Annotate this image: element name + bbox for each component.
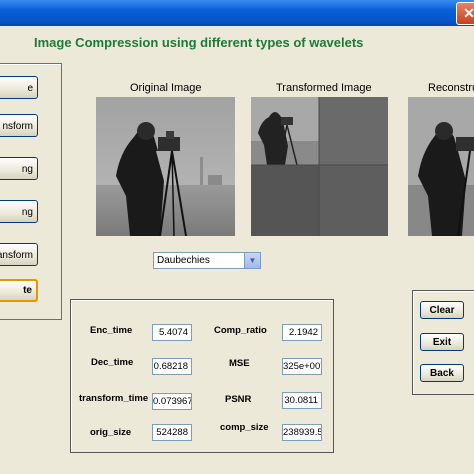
side-button-3[interactable]: ng [0, 157, 38, 180]
comp-size-label: comp_size [220, 422, 269, 433]
mse-label: MSE [229, 358, 250, 369]
window-titlebar: ✕ [0, 0, 474, 26]
exit-button[interactable]: Exit [420, 333, 464, 351]
orig-size-label: orig_size [90, 427, 132, 438]
comp-ratio-value: 2.1942 [282, 324, 322, 341]
page-title: Image Compression using different types … [34, 35, 364, 50]
original-image [96, 97, 235, 236]
psnr-value: 30.0811 [282, 392, 322, 409]
comp-ratio-label: Comp_ratio [214, 325, 267, 336]
mse-value: 325e+007 [282, 358, 322, 375]
clear-button[interactable]: Clear [420, 301, 464, 319]
side-button-2[interactable]: nsform [0, 114, 38, 137]
reconstructed-image [408, 97, 474, 236]
transform-time-value: 0.073967 [152, 393, 192, 410]
side-button-1[interactable]: e [0, 76, 38, 99]
transform-time-label: transform_time [79, 393, 149, 404]
transformed-image-label: Transformed Image [276, 82, 372, 94]
side-button-5[interactable]: ansform [0, 243, 38, 266]
psnr-label: PSNR [225, 394, 252, 405]
wavelet-type-value: Daubechies [157, 255, 210, 266]
original-image-label: Original Image [130, 82, 202, 94]
back-button[interactable]: Back [420, 364, 464, 382]
enc-time-value: 5.4074 [152, 324, 192, 341]
side-button-6[interactable]: te [0, 279, 38, 302]
dec-time-value: 0.68218 [152, 358, 192, 375]
wavelet-type-select[interactable]: Daubechies ▼ [153, 252, 261, 269]
orig-size-value: 524288 [152, 424, 192, 441]
transformed-image [251, 97, 388, 236]
close-window-button[interactable]: ✕ [456, 2, 474, 25]
chevron-down-icon[interactable]: ▼ [244, 253, 260, 268]
dec-time-label: Dec_time [91, 357, 134, 368]
reconstructed-image-label: Reconstruct [428, 82, 474, 94]
enc-time-label: Enc_time [90, 325, 133, 336]
side-button-4[interactable]: ng [0, 200, 38, 223]
comp-size-value: 238939.5 [282, 424, 322, 441]
